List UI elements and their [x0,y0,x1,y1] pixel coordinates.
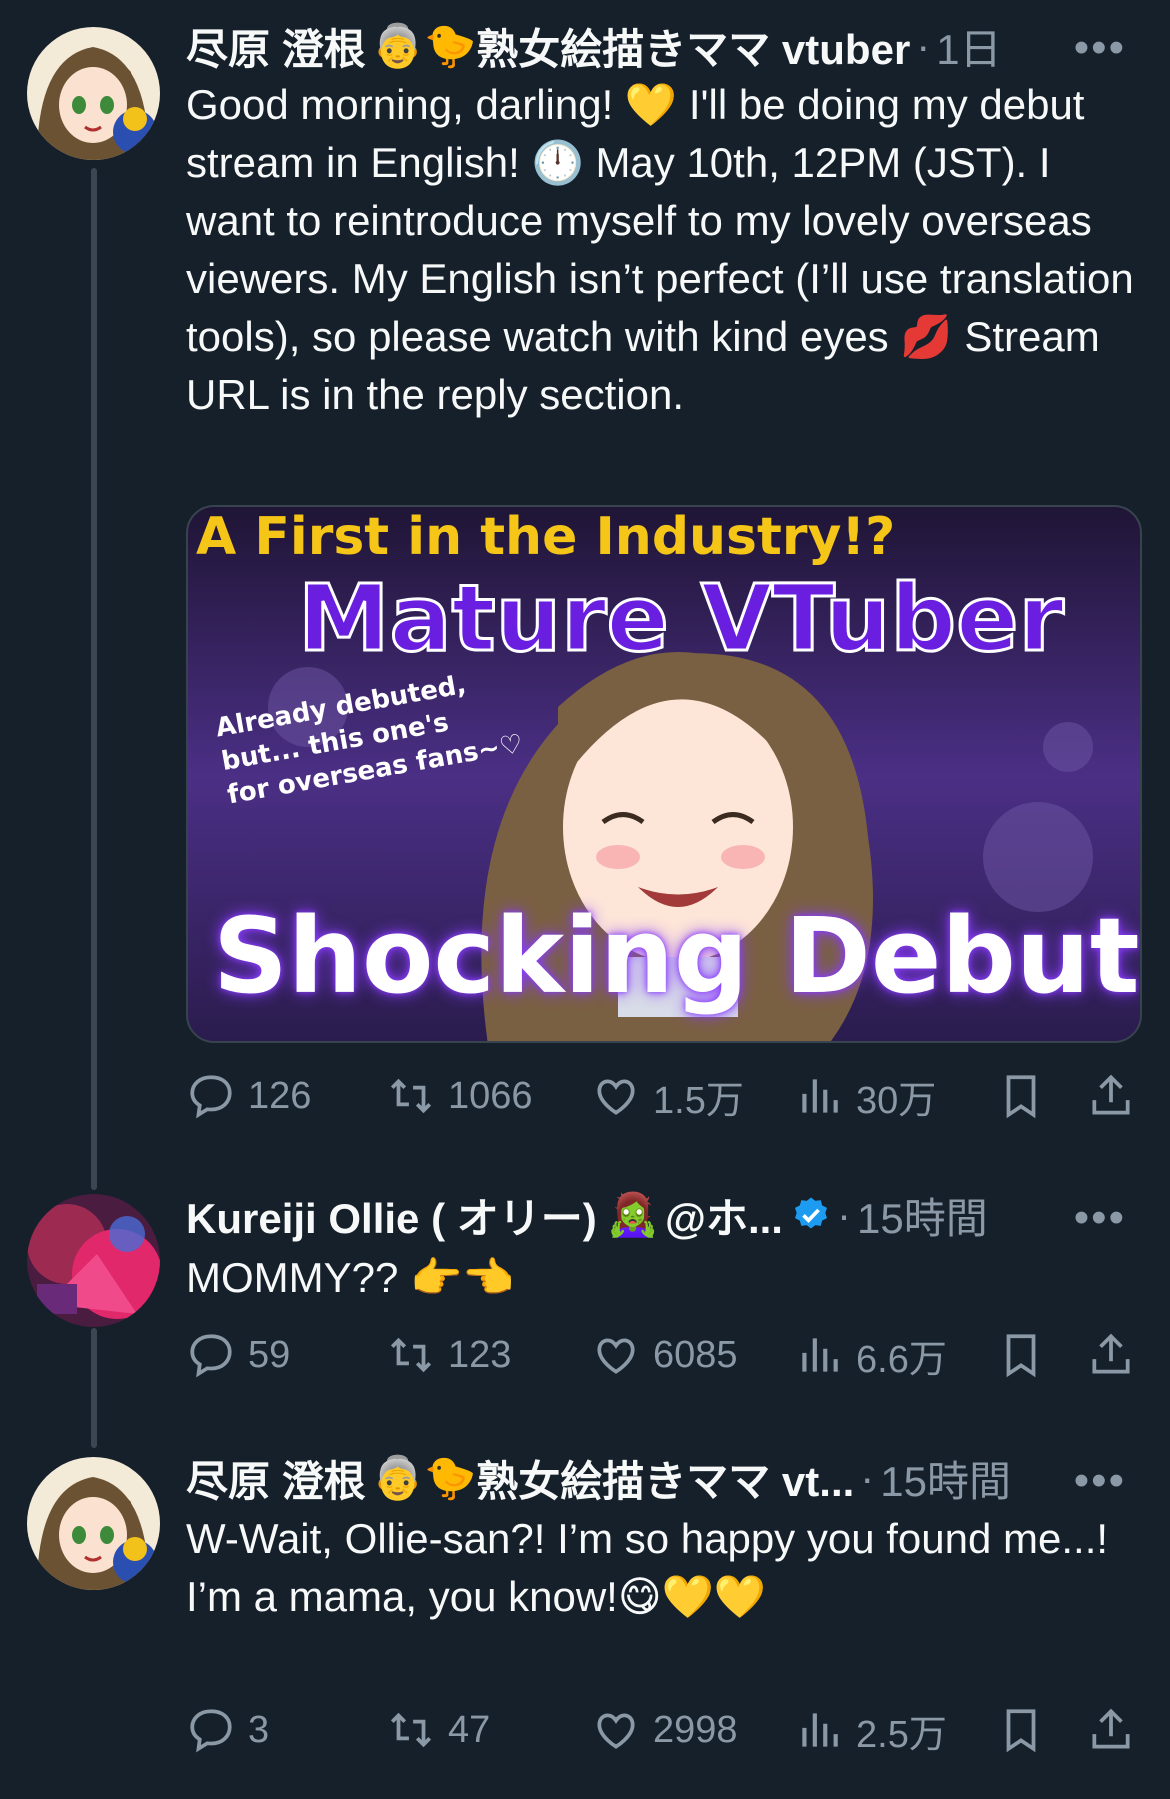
media-headline-2: Mature VTuber [297,564,1066,674]
retweet-button[interactable]: 47 [386,1700,490,1760]
like-icon [597,1338,635,1374]
bookmark-icon [1006,1075,1036,1119]
reply-button[interactable]: 126 [186,1066,311,1126]
bookmark-button[interactable] [996,1325,1058,1385]
retweet-icon [390,1337,432,1373]
author-name[interactable]: 尽原 澄根 [186,1448,366,1509]
avatar[interactable] [27,1194,160,1327]
like-button[interactable]: 2998 [591,1700,738,1760]
author-badges: 👵🐤 [371,1453,477,1501]
tweet-text: Good morning, darling! 💛 I'll be doing m… [186,81,1146,418]
tweet-text: W-Wait, Ollie-san?! I’m so happy you fou… [186,1515,1109,1620]
share-icon [1092,1074,1130,1115]
like-button[interactable]: 1.5万 [591,1066,744,1126]
more-icon[interactable]: ••• [1074,1459,1126,1503]
views-icon [802,1713,838,1747]
retweet-count: 123 [448,1333,512,1376]
reply-count: 3 [248,1708,270,1751]
views-button[interactable]: 30万 [794,1066,936,1126]
more-icon[interactable]: ••• [1074,1196,1126,1240]
like-button[interactable]: 6085 [591,1325,738,1385]
reply-icon [190,1075,232,1119]
separator-dot: · [916,22,931,69]
views-button[interactable]: 6.6万 [794,1325,947,1385]
retweet-count: 47 [448,1708,491,1751]
separator-dot: · [860,1454,875,1501]
author-badges: 🧟‍♀️ [606,1190,660,1238]
media-headline-1: A First in the Industry!? [196,507,896,567]
like-count: 2998 [653,1708,738,1751]
reply-icon [190,1334,232,1378]
author-name[interactable]: Kureiji Ollie ( オリー) [186,1185,597,1246]
reply-button[interactable]: 3 [186,1700,269,1760]
tweet-media-image[interactable]: A First in the Industry!? Mature VTuber … [186,505,1142,1043]
bookmark-icon [1006,1334,1036,1378]
author-badges: 👵🐤 [371,21,477,69]
reply-button[interactable]: 59 [186,1325,290,1385]
separator-dot: · [836,1191,851,1238]
tweet-actions: 126 1066 1.5万 30万 [186,1066,1146,1126]
verified-icon [791,1195,831,1235]
share-icon [1092,1333,1130,1374]
retweet-icon [390,1078,432,1114]
share-button[interactable] [1086,1325,1148,1385]
tweet-actions: 59 123 6085 6.6万 [186,1325,1146,1385]
views-count: 30万 [856,1079,937,1122]
tweet-header: 尽原 澄根 👵🐤 熟女絵描きママ vtuber · 1日 [186,20,1002,73]
like-icon [597,1079,635,1115]
tweet-header: 尽原 澄根 👵🐤 熟女絵描きママ vt... · 15時間 [186,1452,1011,1505]
bookmark-button[interactable] [996,1700,1058,1760]
author-handle[interactable]: @ホ... [665,1185,783,1246]
reply-count: 59 [248,1333,291,1376]
author-name-suffix[interactable]: 熟女絵描きママ vt... [476,1448,854,1509]
thread-line [91,1328,97,1448]
reply-count: 126 [248,1074,312,1117]
tweet-text: MOMMY?? 👉👈 [186,1254,515,1301]
share-icon [1092,1708,1130,1749]
views-button[interactable]: 2.5万 [794,1700,947,1760]
tweet-header: Kureiji Ollie ( オリー) 🧟‍♀️ @ホ... · 15時間 [186,1189,988,1242]
views-icon [802,1338,838,1372]
author-name[interactable]: 尽原 澄根 [186,16,366,77]
avatar[interactable] [27,1457,160,1590]
like-count: 6085 [653,1333,738,1376]
views-count: 2.5万 [856,1713,947,1756]
retweet-icon [390,1712,432,1748]
retweet-button[interactable]: 1066 [386,1066,533,1126]
media-headline-3: Shocking Debut [213,895,1140,1017]
share-button[interactable] [1086,1066,1148,1126]
like-count: 1.5万 [653,1079,744,1122]
views-icon [802,1079,838,1113]
like-icon [597,1713,635,1749]
retweet-button[interactable]: 123 [386,1325,511,1385]
reply-icon [190,1709,232,1753]
avatar[interactable] [27,27,160,160]
timestamp[interactable]: 15時間 [857,1185,988,1246]
author-name-suffix[interactable]: 熟女絵描きママ vtuber [476,16,910,77]
bookmark-icon [1006,1709,1036,1753]
bookmark-button[interactable] [996,1066,1058,1126]
timestamp[interactable]: 1日 [936,16,1001,77]
more-icon[interactable]: ••• [1074,26,1126,70]
share-button[interactable] [1086,1700,1148,1760]
thread-line [91,168,97,1190]
tweet-actions: 3 47 2998 2.5万 [186,1700,1146,1760]
retweet-count: 1066 [448,1074,533,1117]
timestamp[interactable]: 15時間 [880,1448,1011,1509]
views-count: 6.6万 [856,1338,947,1381]
